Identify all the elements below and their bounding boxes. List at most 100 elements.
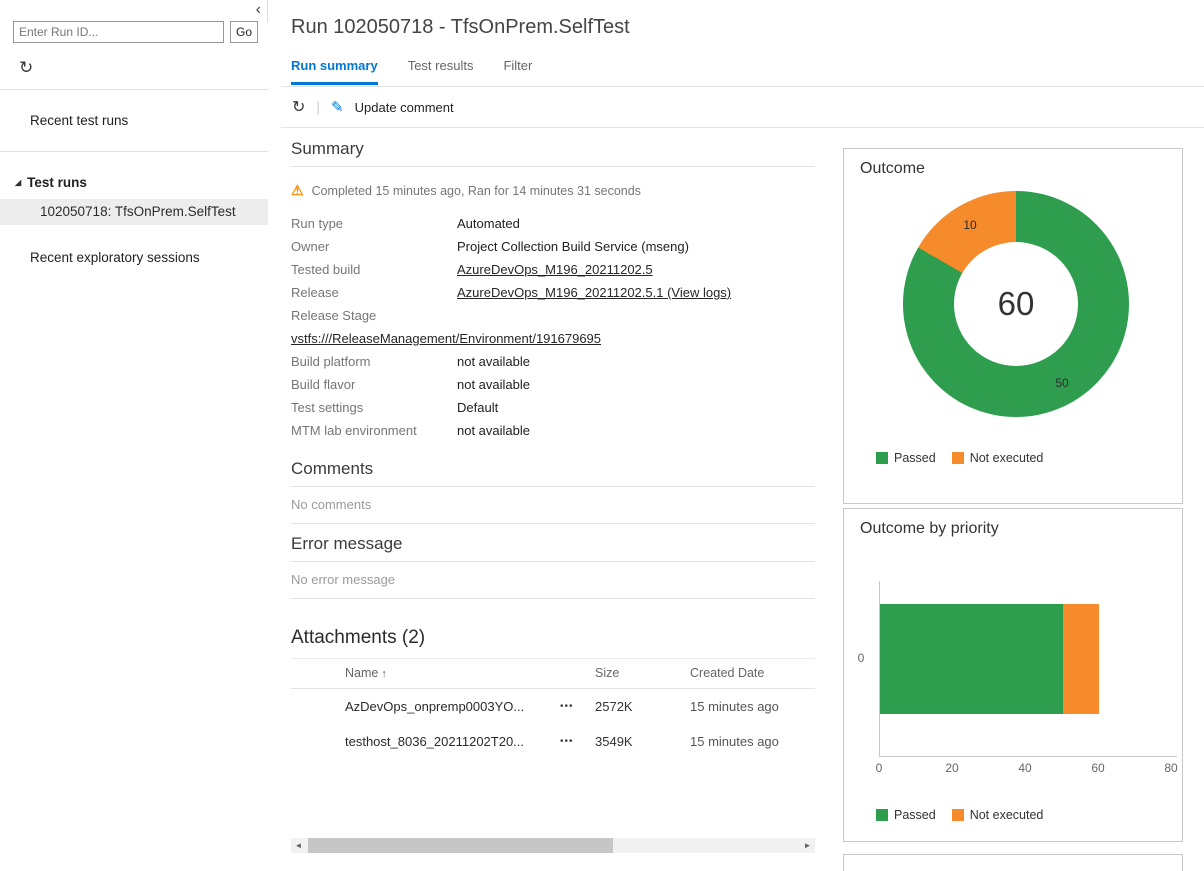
attachments-header-row: Name ↑ Size Created Date <box>291 659 815 689</box>
category-label: 0 <box>857 651 865 665</box>
x-axis-line <box>879 756 1177 757</box>
attachment-created-date: 15 minutes ago <box>690 734 779 749</box>
divider <box>291 523 815 524</box>
legend-item-passed: Passed <box>876 808 936 822</box>
toolbar: ↻ | ✎ Update comment <box>292 97 454 117</box>
slice-label-not-executed: 10 <box>963 218 977 232</box>
outcome-by-priority-card: Outcome by priority 0 0 20 40 60 80 Pass… <box>843 508 1183 842</box>
scrollbar-thumb[interactable] <box>308 838 613 853</box>
field-build-platform: Build platform not available <box>291 354 530 369</box>
attachment-created-date: 15 minutes ago <box>690 699 779 714</box>
legend-label-passed: Passed <box>894 451 936 465</box>
not-executed-swatch <box>951 809 964 821</box>
field-release: Release AzureDevOps_M196_20211202.5.1 (V… <box>291 281 815 304</box>
attachment-size: 2572K <box>595 699 633 714</box>
field-release-stage: Release Stage <box>291 308 377 323</box>
column-header-created-date[interactable]: Created Date <box>690 666 764 680</box>
field-tested-build: Tested build AzureDevOps_M196_20211202.5 <box>291 258 815 281</box>
comments-empty-text: No comments <box>291 497 372 512</box>
bar-segment-passed[interactable] <box>880 604 1063 714</box>
bar-segment-not-executed[interactable] <box>1062 604 1099 714</box>
field-test-settings: Test settings Default <box>291 400 499 415</box>
tab-filter[interactable]: Filter <box>503 58 532 85</box>
divider <box>0 151 268 152</box>
error-heading: Error message <box>291 534 403 553</box>
sidebar: ‹ Go ↻ Recent test runs ◢ Test runs 1020… <box>0 0 268 868</box>
toolbar-separator: | <box>316 99 321 115</box>
sort-ascending-icon: ↑ <box>381 668 387 680</box>
legend-label-not-executed: Not executed <box>969 451 1044 465</box>
legend-item-not-executed: Not executed <box>951 451 1044 465</box>
not-executed-swatch <box>951 452 964 464</box>
field-run-type: Run type Automated <box>291 216 520 231</box>
column-header-size[interactable]: Size <box>595 666 690 680</box>
horizontal-scrollbar[interactable]: ◄ ► <box>291 838 815 853</box>
column-header-name[interactable]: Name ↑ <box>345 666 560 680</box>
run-summary-content: Summary ⚠ Completed 15 minutes ago, Ran … <box>291 127 815 759</box>
scroll-left-arrow-icon[interactable]: ◄ <box>291 841 306 850</box>
legend-item-not-executed: Not executed <box>951 808 1044 822</box>
tab-bar: Run summary Test results Filter <box>291 58 532 85</box>
x-tick-label: 20 <box>945 761 959 775</box>
more-options-icon[interactable]: ••• <box>560 736 595 747</box>
comments-heading: Comments <box>291 459 374 478</box>
scroll-right-arrow-icon[interactable]: ► <box>800 841 815 850</box>
test-run-item-selected[interactable]: 102050718: TfsOnPrem.SelfTest <box>0 199 268 225</box>
outcome-card: Outcome 60 10 50 Passed Not executed <box>843 148 1183 504</box>
priority-bar <box>880 604 1099 714</box>
update-comment-button[interactable]: Update comment <box>355 100 454 115</box>
release-link[interactable]: AzureDevOps_M196_20211202.5.1 (View logs… <box>457 281 731 304</box>
sidebar-refresh-row: ↻ <box>0 43 268 89</box>
outcome-card-title: Outcome <box>860 160 925 177</box>
x-tick-label: 60 <box>1091 761 1105 775</box>
legend-label-passed: Passed <box>894 808 936 822</box>
recent-test-runs-link[interactable]: Recent test runs <box>0 90 268 151</box>
field-mtm-lab-environment: MTM lab environment not available <box>291 423 530 438</box>
toolbar-refresh-icon[interactable]: ↻ <box>292 97 305 117</box>
slice-label-passed: 50 <box>1055 376 1069 390</box>
attachment-name[interactable]: AzDevOps_onpremp0003YO... <box>345 699 560 714</box>
edit-pencil-icon[interactable]: ✎ <box>331 98 344 116</box>
legend-item-passed: Passed <box>876 451 936 465</box>
tested-build-link[interactable]: AzureDevOps_M196_20211202.5 <box>457 258 653 281</box>
passed-swatch <box>876 809 888 821</box>
refresh-icon[interactable]: ↻ <box>19 58 33 77</box>
error-empty-text: No error message <box>291 572 396 587</box>
tree-expanded-icon: ◢ <box>15 177 22 187</box>
summary-heading: Summary <box>291 139 364 158</box>
collapse-panel-icon[interactable]: ‹ <box>256 2 261 18</box>
summary-fields: Run type Automated Owner Project Collect… <box>291 212 815 442</box>
run-id-input[interactable] <box>13 21 224 43</box>
page-title: Run 102050718 - TfsOnPrem.SelfTest <box>291 16 630 38</box>
scrollbar-track[interactable] <box>306 838 800 853</box>
passed-swatch <box>876 452 888 464</box>
divider <box>291 598 815 599</box>
outcome-legend: Passed Not executed <box>876 451 1043 465</box>
attachment-size: 3549K <box>595 734 633 749</box>
priority-card-title: Outcome by priority <box>860 520 999 537</box>
go-button[interactable]: Go <box>229 21 258 43</box>
main-panel: Run 102050718 - TfsOnPrem.SelfTest Run s… <box>268 0 1204 871</box>
next-card-partial <box>843 854 1183 871</box>
attachment-row: testhost_8036_20211202T20... ••• 3549K 1… <box>291 724 815 759</box>
recent-exploratory-sessions-link[interactable]: Recent exploratory sessions <box>0 250 268 265</box>
divider <box>291 166 815 167</box>
x-tick-label: 40 <box>1018 761 1032 775</box>
tab-test-results[interactable]: Test results <box>408 58 474 85</box>
legend-label-not-executed: Not executed <box>969 808 1044 822</box>
x-tick-label: 0 <box>875 761 883 775</box>
release-stage-link[interactable]: vstfs:///ReleaseManagement/Environment/1… <box>291 327 601 350</box>
x-tick-label: 80 <box>1164 761 1178 775</box>
run-id-search-row: Go <box>0 0 268 43</box>
tab-run-summary[interactable]: Run summary <box>291 58 378 85</box>
field-build-flavor: Build flavor not available <box>291 377 530 392</box>
attachments-heading: Attachments (2) <box>291 627 426 648</box>
attachment-name[interactable]: testhost_8036_20211202T20... <box>345 734 560 749</box>
test-runs-tree-label: Test runs <box>27 175 87 190</box>
more-options-icon[interactable]: ••• <box>560 701 595 712</box>
test-runs-tree-header[interactable]: ◢ Test runs <box>0 175 268 190</box>
run-status-text: Completed 15 minutes ago, Ran for 14 min… <box>311 183 641 198</box>
outcome-donut-chart: 60 10 50 <box>903 191 1129 417</box>
priority-legend: Passed Not executed <box>876 808 1043 822</box>
outcome-total: 60 <box>954 242 1078 366</box>
